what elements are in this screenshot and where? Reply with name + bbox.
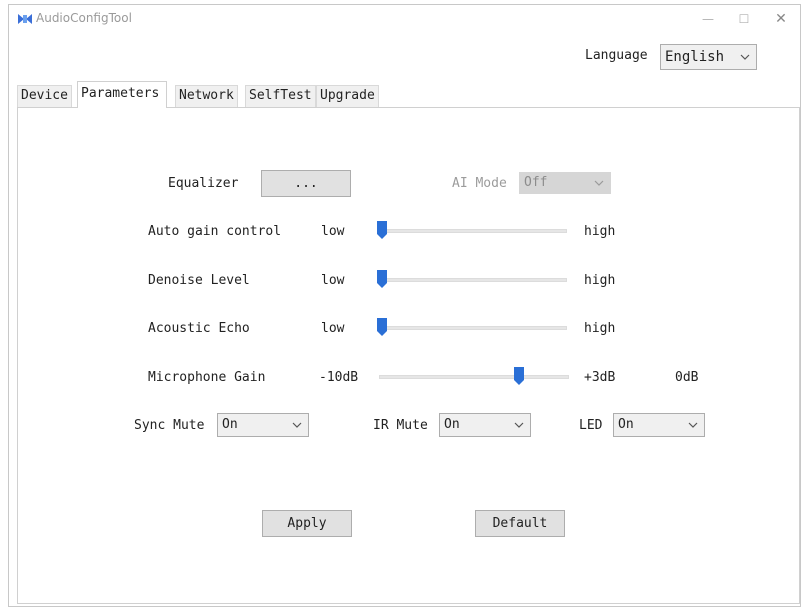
chevron-down-icon bbox=[688, 414, 698, 445]
acoustic-echo-min-label: low bbox=[321, 321, 345, 336]
default-button[interactable]: Default bbox=[475, 510, 565, 537]
minimize-icon: — bbox=[702, 12, 714, 26]
ir-mute-label: IR Mute bbox=[373, 418, 428, 433]
chevron-down-icon bbox=[292, 414, 302, 445]
maximize-button[interactable]: ☐ bbox=[729, 8, 759, 30]
chevron-down-icon bbox=[514, 414, 524, 445]
microphone-gain-min-label: -10dB bbox=[319, 370, 359, 385]
led-label: LED bbox=[579, 418, 603, 433]
minimize-button[interactable]: — bbox=[693, 8, 723, 30]
acoustic-echo-slider-thumb[interactable] bbox=[377, 318, 387, 336]
tab-network[interactable]: Network bbox=[175, 85, 238, 107]
denoise-slider-track[interactable] bbox=[377, 278, 567, 282]
led-select[interactable]: On bbox=[613, 413, 705, 437]
tab-device[interactable]: Device bbox=[17, 85, 72, 107]
language-label: Language bbox=[585, 48, 648, 63]
equalizer-label: Equalizer bbox=[168, 176, 239, 191]
close-icon: ✕ bbox=[775, 11, 787, 27]
microphone-gain-slider-thumb[interactable] bbox=[514, 367, 524, 385]
microphone-gain-slider-track[interactable] bbox=[379, 375, 569, 379]
microphone-gain-label: Microphone Gain bbox=[148, 370, 266, 385]
acoustic-echo-label: Acoustic Echo bbox=[148, 321, 250, 336]
ir-mute-value: On bbox=[444, 417, 460, 432]
acoustic-echo-max-label: high bbox=[584, 321, 616, 336]
microphone-gain-readout: 0dB bbox=[675, 370, 699, 385]
auto-gain-label: Auto gain control bbox=[148, 224, 282, 239]
close-button[interactable]: ✕ bbox=[766, 8, 796, 30]
auto-gain-max-label: high bbox=[584, 224, 616, 239]
tab-selftest[interactable]: SelfTest bbox=[245, 85, 316, 107]
language-select[interactable]: English bbox=[660, 44, 757, 70]
auto-gain-slider-track[interactable] bbox=[377, 229, 567, 233]
led-value: On bbox=[618, 417, 634, 432]
language-value: English bbox=[665, 49, 725, 65]
app-logo-icon bbox=[18, 14, 32, 24]
sync-mute-label: Sync Mute bbox=[134, 418, 205, 433]
auto-gain-min-label: low bbox=[321, 224, 345, 239]
sync-mute-value: On bbox=[222, 417, 238, 432]
tab-parameters[interactable]: Parameters bbox=[77, 81, 167, 108]
title-bar[interactable]: AudioConfigTool — ☐ ✕ bbox=[9, 5, 800, 33]
ai-mode-label: AI Mode bbox=[452, 176, 507, 191]
app-window: AudioConfigTool — ☐ ✕ Language English D… bbox=[8, 4, 801, 607]
denoise-slider-thumb[interactable] bbox=[377, 270, 387, 288]
apply-button[interactable]: Apply bbox=[262, 510, 352, 537]
equalizer-button[interactable]: ... bbox=[261, 170, 351, 197]
ai-mode-select: Off bbox=[519, 172, 611, 194]
microphone-gain-max-label: +3dB bbox=[584, 370, 616, 385]
acoustic-echo-slider-track[interactable] bbox=[377, 326, 567, 330]
auto-gain-slider-thumb[interactable] bbox=[377, 221, 387, 239]
denoise-min-label: low bbox=[321, 273, 345, 288]
tab-upgrade[interactable]: Upgrade bbox=[316, 85, 379, 107]
maximize-icon: ☐ bbox=[738, 12, 750, 26]
denoise-max-label: high bbox=[584, 273, 616, 288]
sync-mute-select[interactable]: On bbox=[217, 413, 309, 437]
window-title: AudioConfigTool bbox=[36, 11, 132, 25]
parameters-panel bbox=[17, 107, 800, 604]
chevron-down-icon bbox=[740, 45, 750, 79]
ir-mute-select[interactable]: On bbox=[439, 413, 531, 437]
denoise-label: Denoise Level bbox=[148, 273, 250, 288]
chevron-down-icon bbox=[594, 173, 604, 201]
ai-mode-value: Off bbox=[524, 175, 548, 190]
